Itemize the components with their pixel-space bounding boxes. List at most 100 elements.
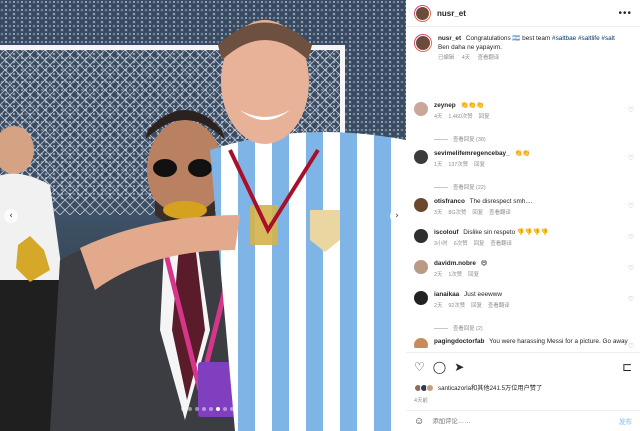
- commenter-avatar[interactable]: [414, 338, 428, 348]
- comment-like-icon[interactable]: ♡: [628, 295, 634, 303]
- post-photo[interactable]: ‹ ›: [0, 0, 406, 431]
- comment-input[interactable]: [432, 417, 619, 425]
- caption-text-prefix: Congratulations: [465, 35, 511, 42]
- commenter-username[interactable]: pagingdoctorfab: [434, 338, 484, 345]
- carousel-dot: [209, 407, 213, 411]
- view-replies-link[interactable]: 查看回复 (22): [434, 183, 486, 191]
- commenter-avatar[interactable]: [414, 198, 428, 212]
- header-username[interactable]: nusr_et: [437, 9, 618, 18]
- commenter-username[interactable]: ianaikaa: [434, 291, 459, 298]
- comment-text: 👏👏: [514, 150, 531, 157]
- comment-item: pagingdoctorfab You were harassing Messi…: [414, 338, 634, 348]
- caption-avatar[interactable]: [414, 34, 432, 52]
- post-header: nusr_et •••: [406, 0, 640, 27]
- bookmark-icon[interactable]: ⊏: [622, 361, 632, 373]
- view-replies-link[interactable]: 查看回复 (2): [434, 324, 483, 332]
- commenter-username[interactable]: davidm.nobre: [434, 260, 476, 267]
- comment-likes[interactable]: 1,460次赞: [448, 114, 472, 120]
- comment-likes[interactable]: 6次赞: [454, 241, 468, 247]
- commenter-username[interactable]: otisfranco: [434, 198, 465, 205]
- comment-item: sevimelifemregencebay_ 👏👏 1天 137次赞 回复 ♡: [414, 150, 634, 169]
- reply-link[interactable]: 回复: [468, 272, 479, 278]
- carousel-dots: [181, 407, 234, 411]
- comment-like-icon[interactable]: ♡: [628, 106, 634, 114]
- caption: nusr_et Congratulations 🇦🇷 best team #sa…: [406, 30, 640, 63]
- share-icon[interactable]: ➤: [454, 361, 464, 373]
- reply-link[interactable]: 回复: [472, 210, 483, 216]
- comment-item: otisfranco The disrespect smh.... 3天 8G次赞回…: [414, 198, 634, 217]
- comment-time: 4天: [434, 113, 443, 120]
- carousel-dot: [223, 407, 227, 411]
- caption-time: 4天: [461, 55, 471, 61]
- view-replies-text: 查看回复 (22): [453, 185, 486, 191]
- comment-text: Dislike sin respeto 👎👎👎👎: [463, 229, 549, 236]
- liker-avatar: [426, 383, 434, 392]
- comment-meta: 2天 92次赞 回复 查看翻译: [434, 302, 634, 311]
- carousel-dot: [188, 407, 192, 411]
- caption-line2: Ben daha ne yapayım.: [438, 44, 502, 51]
- commenter-username[interactable]: sevimelifemregencebay_: [434, 150, 510, 157]
- comments-list[interactable]: nusr_et Congratulations 🇦🇷 best team #sa…: [406, 30, 640, 348]
- comment-like-icon[interactable]: ♡: [628, 264, 634, 272]
- reply-link[interactable]: 回复: [474, 162, 485, 168]
- post-button[interactable]: 发布: [619, 416, 632, 426]
- caption-username[interactable]: nusr_et: [438, 35, 461, 42]
- comment-text: Just eeewww: [464, 291, 503, 298]
- reply-link[interactable]: 回复: [479, 114, 490, 120]
- reply-link[interactable]: 回复: [471, 303, 482, 309]
- comment-text: 😄: [480, 260, 488, 267]
- view-replies-link[interactable]: 查看回复 (38): [434, 135, 486, 143]
- commenter-avatar[interactable]: [414, 260, 428, 274]
- comment-icon[interactable]: ◯: [433, 361, 446, 373]
- comment-like-icon[interactable]: ♡: [628, 154, 634, 162]
- comment-like-icon[interactable]: ♡: [628, 233, 634, 241]
- likes-text: santicazorla和其他241.5万位用户赞了: [438, 385, 543, 392]
- see-translation-link[interactable]: 查看翻译: [488, 303, 510, 309]
- post-sidebar: nusr_et ••• nusr_et Congratulations 🇦🇷 b…: [406, 0, 640, 431]
- next-photo-button[interactable]: ›: [390, 209, 404, 223]
- view-replies-text: 查看回复 (2): [453, 326, 483, 332]
- carousel-dot: [181, 407, 185, 411]
- emoji-icon[interactable]: ☺: [414, 416, 424, 427]
- commenter-avatar[interactable]: [414, 229, 428, 243]
- comment-likes[interactable]: 92次赞: [448, 303, 465, 309]
- comment-item: zeynep 👏👏👏 4天 1,460次赞 回复 ♡: [414, 102, 634, 121]
- comment-like-icon[interactable]: ♡: [628, 342, 634, 348]
- commenter-username[interactable]: iscolouf: [434, 229, 459, 236]
- comment-likes[interactable]: 8G次赞: [448, 210, 466, 216]
- hashtag-link[interactable]: #saltlife: [578, 35, 600, 42]
- comment-like-icon[interactable]: ♡: [628, 202, 634, 210]
- likes-summary[interactable]: santicazorla和其他241.5万位用户赞了: [414, 383, 632, 392]
- carousel-dot: [230, 407, 234, 411]
- commenter-avatar[interactable]: [414, 150, 428, 164]
- commenter-avatar[interactable]: [414, 102, 428, 116]
- see-translation-link[interactable]: 查看翻译: [478, 55, 500, 61]
- comment-meta: 1天 137次赞 回复: [434, 161, 634, 170]
- comment-composer: ☺ 发布: [406, 410, 640, 431]
- comment-likes[interactable]: 1次赞: [448, 272, 462, 278]
- more-options-icon[interactable]: •••: [618, 8, 632, 19]
- post-viewer: ‹ › nusr_et ••• nusr_et Congratulations …: [0, 0, 640, 431]
- hashtag-link[interactable]: #salt: [601, 35, 615, 42]
- edited-label: 已编辑: [438, 55, 455, 61]
- comment-time: 3天: [434, 209, 443, 216]
- comment-text: The disrespect smh....: [469, 198, 533, 205]
- see-translation-link[interactable]: 查看翻译: [489, 210, 511, 216]
- header-avatar[interactable]: [414, 4, 431, 22]
- post-time: 4天前: [414, 398, 428, 404]
- commenter-avatar[interactable]: [414, 291, 428, 305]
- comment-text: 👏👏👏: [460, 102, 485, 109]
- photo-image: [0, 0, 406, 431]
- comment-item: iscolouf Dislike sin respeto 👎👎👎👎 3小时 6次赞回…: [414, 229, 634, 248]
- comment-meta: 3天 8G次赞 回复 查看翻译: [434, 209, 634, 218]
- see-translation-link[interactable]: 查看翻译: [490, 241, 512, 247]
- comment-meta: 2天 1次赞 回复: [434, 271, 634, 280]
- hashtag-link[interactable]: #saltbae: [552, 35, 576, 42]
- comment-time: 1天: [434, 161, 443, 168]
- post-actions: ♡ ◯ ➤ ⊏ santicazorla和其他241.5万位用户赞了 4天前: [406, 352, 640, 404]
- prev-photo-button[interactable]: ‹: [4, 209, 18, 223]
- commenter-username[interactable]: zeynep: [434, 102, 456, 109]
- heart-icon[interactable]: ♡: [414, 361, 425, 373]
- comment-likes[interactable]: 137次赞: [448, 162, 468, 168]
- reply-link[interactable]: 回复: [474, 241, 485, 247]
